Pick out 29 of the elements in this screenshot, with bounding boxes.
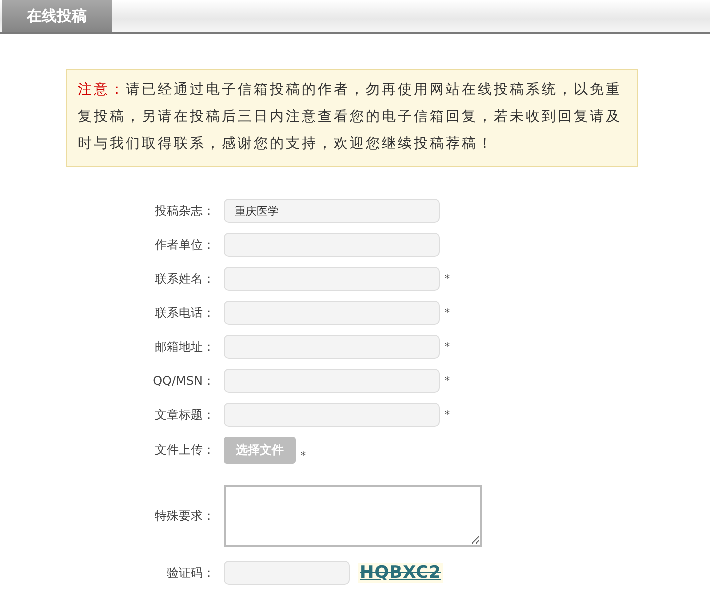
required-mark: * — [445, 342, 450, 352]
field-label: 作者单位： — [154, 236, 216, 254]
input-field[interactable]: 重庆医学 — [224, 199, 440, 223]
field-label: QQ/MSN： — [152, 372, 216, 390]
field-label: 特殊要求： — [154, 508, 216, 524]
field-label: 验证码： — [166, 564, 216, 582]
captcha-field[interactable] — [224, 561, 350, 585]
input-field[interactable] — [224, 369, 440, 393]
notice-text: 注意：请已经通过电子信箱投稿的作者，勿再使用网站在线投稿系统，以免重复投稿，另请在投稿后三日内注意查看您的电子信箱回复，若未收到回复请及时与我们取得联系，感谢您的支持，欢迎您继续投稿荐稿！ — [66, 69, 638, 167]
field-label: 邮箱地址： — [154, 338, 216, 356]
field-label: 文章标题： — [154, 406, 216, 424]
required-mark: * — [445, 410, 450, 420]
input-field[interactable] — [224, 233, 440, 257]
input-field[interactable] — [224, 267, 440, 291]
header-tab[interactable]: 在线投稿 — [2, 0, 112, 32]
required-mark: * — [445, 376, 450, 386]
field-label: 联系电话： — [154, 304, 216, 322]
required-mark: * — [301, 451, 306, 462]
input-field[interactable] — [224, 335, 440, 359]
textarea-field[interactable] — [224, 485, 482, 547]
required-mark: * — [445, 308, 450, 318]
field-label: 联系姓名： — [154, 270, 216, 288]
captcha-image: HQBXC2 — [358, 563, 444, 583]
field-label: 投稿杂志： — [154, 202, 216, 220]
required-mark: * — [445, 274, 450, 284]
input-field[interactable] — [224, 301, 440, 325]
choose-file-button[interactable]: 选择文件 — [224, 437, 296, 464]
input-field[interactable] — [224, 403, 440, 427]
field-label: 文件上传： — [154, 442, 216, 459]
